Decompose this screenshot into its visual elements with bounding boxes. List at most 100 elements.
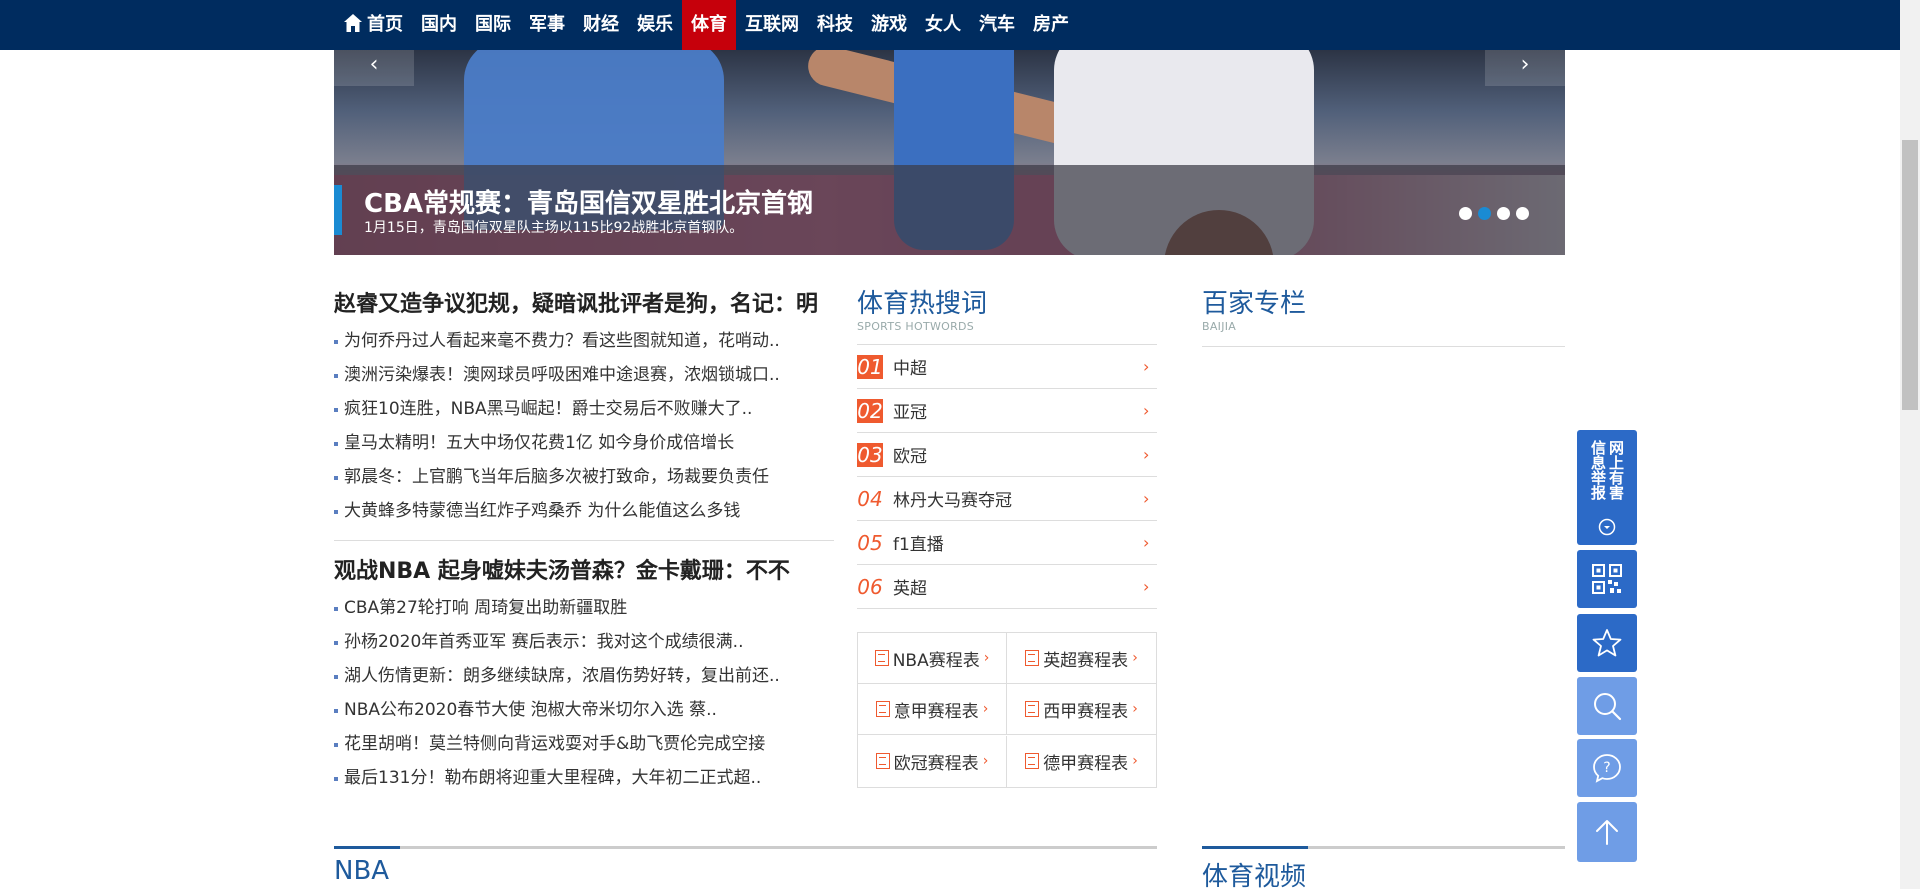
hotword-rank: 01: [857, 354, 883, 379]
news-headline[interactable]: 赵睿又造争议犯规，疑暗讽批评者是狗，名记：明: [334, 288, 834, 322]
news-headline[interactable]: 观战NBA 起身嘘妹夫汤普森？金卡戴珊：不不: [334, 555, 834, 589]
hotwords-list: 01 中超 › 02 亚冠 › 03 欧冠 › 04 林丹大马赛夺冠 › 05 f1直播 › 06 英…: [857, 344, 1157, 609]
hotword-row[interactable]: 03 欧冠 ›: [857, 433, 1157, 477]
nav-item-sports[interactable]: 体育: [682, 0, 736, 50]
hotwords-subtitle: SPORTS HOTWORDS: [857, 320, 975, 333]
hotword-text: f1直播: [893, 535, 944, 555]
news-item[interactable]: 皇马太精明！五大中场仅花费1亿 如今身价成倍增长: [334, 426, 834, 460]
qrcode-button[interactable]: [1577, 550, 1637, 608]
back-to-top-button[interactable]: [1577, 802, 1637, 862]
hotword-row[interactable]: 06 英超 ›: [857, 565, 1157, 609]
banner-carousel[interactable]: ‹ › CBA常规赛：青岛国信双星胜北京首钢 1月15日，青岛国信双星队主场以1…: [334, 50, 1565, 255]
nav-item-finance[interactable]: 财经: [574, 0, 628, 50]
carousel-dot[interactable]: [1459, 207, 1472, 220]
nav-item-auto[interactable]: 汽车: [970, 0, 1024, 50]
banner-prev-button[interactable]: ‹: [334, 50, 414, 86]
nav-item-military[interactable]: 军事: [520, 0, 574, 50]
nav-item-label: 首页: [367, 14, 403, 35]
hotword-rank: 03: [857, 442, 883, 467]
search-icon: [1594, 693, 1622, 721]
hotword-row[interactable]: 05 f1直播 ›: [857, 521, 1157, 565]
news-item[interactable]: 为何乔丹过人看起来毫不费力？看这些图就知道，花哨动..: [334, 324, 834, 358]
hotword-text: 林丹大马赛夺冠: [893, 491, 1012, 511]
nav-item-internet[interactable]: 互联网: [736, 0, 808, 50]
hotword-row[interactable]: 02 亚冠 ›: [857, 389, 1157, 433]
schedule-link[interactable]: 德甲赛程表 ›: [1007, 736, 1156, 787]
chevron-right-icon: ›: [1143, 489, 1150, 508]
section-rule-video: [1202, 846, 1565, 849]
document-icon: [1025, 650, 1040, 666]
schedule-label: 西甲赛程表: [1043, 701, 1129, 722]
banner-next-button[interactable]: ›: [1485, 50, 1565, 86]
chevron-right-icon: ›: [983, 650, 990, 666]
hotwords-title[interactable]: 体育热搜词: [857, 288, 1157, 320]
divider: [334, 540, 834, 541]
schedule-link[interactable]: 英超赛程表 ›: [1007, 633, 1156, 684]
nav-item-house[interactable]: 房产: [1024, 0, 1078, 50]
hotword-row[interactable]: 01 中超 ›: [857, 345, 1157, 389]
section-rule-highlight: [1202, 846, 1308, 849]
svg-text:?: ?: [1603, 760, 1610, 776]
banner-caption[interactable]: CBA常规赛：青岛国信双星胜北京首钢 1月15日，青岛国信双星队主场以115比9…: [334, 165, 1565, 255]
scrollbar-thumb[interactable]: [1902, 140, 1918, 410]
hotword-text: 欧冠: [893, 447, 927, 467]
arrow-up-icon: [1596, 820, 1618, 845]
nav-item-entertainment[interactable]: 娱乐: [628, 0, 682, 50]
carousel-dot[interactable]: [1497, 207, 1510, 220]
nav-item-games[interactable]: 游戏: [862, 0, 916, 50]
news-item[interactable]: CBA第27轮打响 周琦复出助新疆取胜: [334, 591, 834, 625]
hotword-rank: 05: [857, 530, 883, 555]
news-item[interactable]: 最后131分！勒布朗将迎重大里程碑，大年初二正式超..: [334, 761, 834, 795]
news-item[interactable]: 湖人伤情更新：朗多继续缺席，浓眉伤势好转，复出前还..: [334, 659, 834, 693]
news-item[interactable]: 澳洲污染爆表！澳网球员呼吸困难中途退赛，浓烟锁城口..: [334, 358, 834, 392]
section-rule-highlight: [334, 846, 400, 849]
divider: [1202, 346, 1565, 347]
carousel-dot-active[interactable]: [1478, 207, 1491, 220]
page-scrollbar[interactable]: [1900, 0, 1920, 889]
chevron-right-icon: ›: [1143, 357, 1150, 376]
chevron-right-icon: ›: [982, 701, 989, 718]
chevron-right-icon: ›: [1132, 753, 1138, 770]
chevron-right-icon: ›: [1143, 577, 1150, 596]
baijia-title[interactable]: 百家专栏: [1202, 288, 1565, 320]
hotword-rank: 02: [857, 398, 883, 423]
caption-accent-bar: [334, 185, 342, 235]
banner-title[interactable]: CBA常规赛：青岛国信双星胜北京首钢: [364, 183, 813, 220]
news-item[interactable]: NBA公布2020春节大使 泡椒大帝米切尔入选 蔡..: [334, 693, 834, 727]
section-rule-nba: [334, 846, 1157, 849]
schedule-link[interactable]: NBA赛程表 ›: [858, 633, 1007, 684]
help-button[interactable]: ?: [1577, 739, 1637, 797]
news-item[interactable]: 花里胡哨！莫兰特侧向背运戏耍对手&助飞贾伦完成空接: [334, 727, 834, 761]
search-button[interactable]: [1577, 677, 1637, 735]
report-harmful-info-button[interactable]: 网上有害信息举报: [1577, 430, 1637, 545]
nav-item-women[interactable]: 女人: [916, 0, 970, 50]
schedule-label: 意甲赛程表: [893, 701, 979, 722]
news-item[interactable]: 疯狂10连胜，NBA黑马崛起！爵士交易后不败赚大了..: [334, 392, 834, 426]
schedule-grid: NBA赛程表 › 英超赛程表 › 意甲赛程表 › 西甲赛程表 › 欧冠赛程表 › 德甲赛程…: [857, 632, 1157, 788]
hotword-row[interactable]: 04 林丹大马赛夺冠 ›: [857, 477, 1157, 521]
chevron-right-icon: ›: [1132, 701, 1138, 718]
news-item[interactable]: 孙杨2020年首秀亚军 赛后表示：我对这个成绩很满..: [334, 625, 834, 659]
schedule-link[interactable]: 欧冠赛程表 ›: [858, 735, 1007, 787]
news-item[interactable]: 郭晨冬：上官鹏飞当年后脑多次被打致命，场裁要负责任: [334, 460, 834, 494]
schedule-link[interactable]: 意甲赛程表 ›: [858, 684, 1007, 736]
favorite-button[interactable]: [1577, 614, 1637, 672]
nav-item-home[interactable]: 首页: [334, 0, 412, 50]
top-nav: 首页 国内 国际 军事 财经 娱乐 体育 互联网 科技 游戏 女人 汽车 房产: [0, 0, 1900, 50]
news-item[interactable]: 大黄蜂多特蒙德当红炸子鸡桑乔 为什么能值这么多钱: [334, 494, 834, 528]
hotword-rank: 04: [857, 486, 883, 511]
carousel-dots: [1459, 207, 1529, 220]
section-title-video[interactable]: 体育视频: [1202, 856, 1306, 889]
schedule-link[interactable]: 西甲赛程表 ›: [1007, 684, 1156, 736]
chevron-right-icon: ›: [1132, 650, 1138, 666]
nav-item-international[interactable]: 国际: [466, 0, 520, 50]
section-title-nba[interactable]: NBA: [334, 856, 389, 886]
document-icon: [875, 701, 890, 718]
chevron-right-icon: ›: [1143, 533, 1150, 552]
report-label: 网上有害信息举报: [1589, 439, 1625, 500]
schedule-label: NBA赛程表: [892, 650, 980, 671]
schedule-label: 德甲赛程表: [1043, 753, 1129, 774]
nav-item-tech[interactable]: 科技: [808, 0, 862, 50]
carousel-dot[interactable]: [1516, 207, 1529, 220]
nav-item-domestic[interactable]: 国内: [412, 0, 466, 50]
